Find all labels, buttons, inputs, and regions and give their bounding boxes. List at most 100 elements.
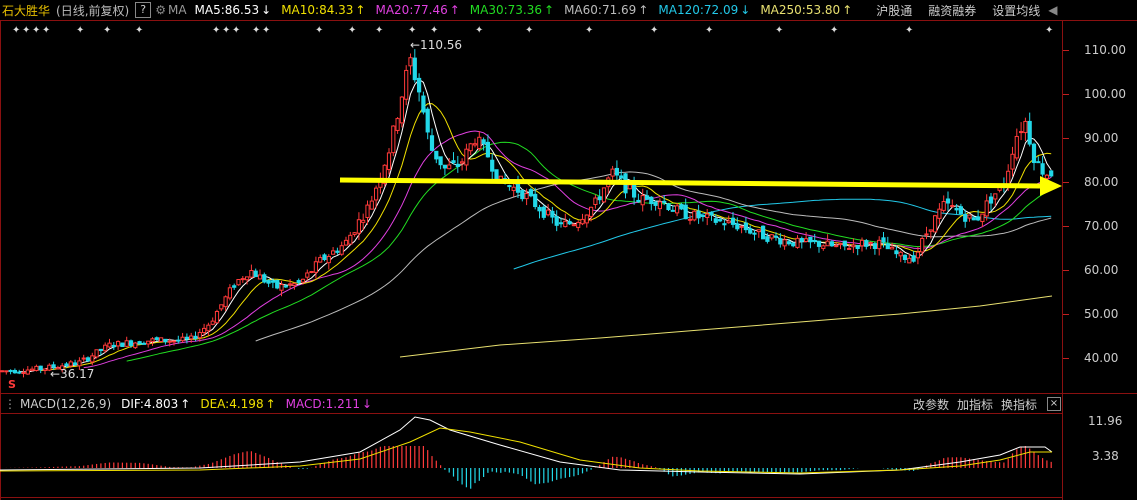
candle-up bbox=[589, 206, 594, 217]
candle-up bbox=[361, 219, 366, 223]
candle-down bbox=[163, 338, 168, 343]
event-marker: ✦ bbox=[348, 25, 356, 36]
candle-up bbox=[546, 209, 551, 216]
ma-label: MA bbox=[167, 3, 187, 17]
candle-up bbox=[851, 244, 856, 248]
candle-down bbox=[184, 336, 190, 340]
candle-down bbox=[322, 254, 327, 261]
chart-canvas[interactable]: ✦ ✦ ✦ ✦ ✦ ✦ ✦ ✦ ✦ ✦ ✦ ✦ ✦ ✦ ✦ ✦ ✦ ✦ ✦ ✦ ✦ ✦ ✦ ✦ ✦ ✦ 110.00 100.00… bbox=[0, 0, 1137, 500]
candle-down bbox=[455, 163, 460, 168]
ma10-line bbox=[40, 103, 1052, 371]
gear-icon[interactable]: ⚙ bbox=[155, 3, 166, 17]
candle-down bbox=[619, 175, 624, 179]
candle-down bbox=[791, 242, 796, 247]
candle-down bbox=[1049, 170, 1054, 177]
s-badge[interactable]: S bbox=[8, 378, 16, 391]
candle-down bbox=[636, 199, 641, 203]
candle-down bbox=[722, 223, 727, 226]
candle-down bbox=[438, 156, 443, 166]
candle-down bbox=[335, 250, 340, 253]
candle-down bbox=[614, 167, 619, 176]
ma20-path bbox=[83, 130, 1052, 369]
event-marker: ✦ bbox=[32, 25, 40, 36]
candle-up bbox=[245, 276, 250, 281]
candle-down bbox=[98, 348, 104, 352]
candle-down bbox=[296, 280, 301, 283]
candle-up bbox=[227, 287, 233, 299]
event-marker: ✦ bbox=[430, 25, 438, 36]
candle-up bbox=[171, 340, 177, 343]
candle-down bbox=[799, 238, 804, 242]
candle-up bbox=[877, 239, 882, 250]
candle-down bbox=[971, 217, 976, 221]
set-ma-button[interactable]: 设置均线 bbox=[992, 2, 1040, 19]
candle-up bbox=[937, 208, 942, 219]
candle-down bbox=[709, 212, 714, 216]
candle-down bbox=[743, 222, 748, 231]
candle-down bbox=[434, 150, 439, 160]
candle-up bbox=[288, 283, 293, 286]
candle-up bbox=[868, 242, 873, 245]
candle-down bbox=[816, 240, 822, 247]
candle-up bbox=[214, 310, 220, 324]
candle-up bbox=[309, 271, 314, 274]
candle-down bbox=[515, 182, 521, 193]
candle-down bbox=[120, 342, 125, 348]
candle-up bbox=[1019, 131, 1024, 134]
event-marker: ✦ bbox=[212, 25, 220, 36]
candle-down bbox=[550, 210, 555, 218]
candle-up bbox=[318, 257, 323, 263]
add-indicator-button[interactable]: 加指标 bbox=[957, 396, 993, 413]
ma120-line bbox=[513, 198, 1052, 270]
macd-title: MACD(12,26,9) bbox=[20, 397, 112, 411]
candle-down bbox=[64, 363, 69, 367]
candle-up bbox=[249, 269, 254, 278]
candle-up bbox=[77, 360, 82, 367]
stock-name[interactable]: 石大胜华 bbox=[2, 2, 50, 19]
candle-up bbox=[21, 371, 26, 374]
macd-dea-line bbox=[0, 427, 1052, 474]
candle-up bbox=[834, 245, 839, 248]
event-marker: ✦ bbox=[585, 25, 593, 36]
candle-up bbox=[399, 96, 404, 124]
close-icon[interactable]: × bbox=[1047, 397, 1061, 411]
candle-down bbox=[270, 280, 275, 283]
candle-up bbox=[571, 224, 576, 227]
axis-tick: 90.00 bbox=[1084, 131, 1118, 145]
candle-up bbox=[898, 251, 903, 257]
event-marker: ✦ bbox=[232, 25, 240, 36]
candle-down bbox=[137, 341, 142, 345]
candle-up bbox=[627, 184, 632, 190]
candle-up bbox=[326, 255, 331, 264]
edit-params-button[interactable]: 改参数 bbox=[913, 396, 949, 413]
candle-up bbox=[1023, 120, 1028, 134]
candle-up bbox=[180, 336, 185, 342]
margin-trading-button[interactable]: 融资融券 bbox=[928, 2, 976, 19]
ma-values: MA5:86.53 ↓ MA10:84.33 ↑ MA20:77.46 ↑ MA30:73.… bbox=[195, 3, 863, 17]
event-marker: ✦ bbox=[775, 25, 783, 36]
candle-down bbox=[653, 201, 658, 206]
candle-down bbox=[976, 216, 981, 221]
switch-indicator-button[interactable]: 换指标 bbox=[1001, 396, 1037, 413]
macd-menu-icon[interactable]: ⋮ bbox=[4, 397, 16, 411]
event-marker: ✦ bbox=[42, 25, 50, 36]
event-marker: ✦ bbox=[525, 25, 533, 36]
candle-down bbox=[537, 206, 542, 212]
candle-up bbox=[103, 344, 108, 352]
collapse-icon[interactable]: ◀ bbox=[1048, 3, 1057, 17]
candle-down bbox=[554, 216, 559, 226]
candle-up bbox=[524, 193, 529, 200]
candle-up bbox=[356, 219, 361, 234]
hk-connect-button[interactable]: 沪股通 bbox=[876, 2, 912, 19]
candle-up bbox=[460, 161, 465, 164]
help-icon[interactable]: ? bbox=[135, 2, 152, 18]
macd-value: MACD:1.211 ↓ bbox=[285, 397, 373, 411]
candle-up bbox=[159, 337, 164, 343]
candle-down bbox=[748, 228, 753, 234]
candle-down bbox=[541, 206, 546, 218]
candle-up bbox=[477, 136, 482, 150]
candle-up bbox=[447, 164, 452, 170]
candle-up bbox=[167, 340, 172, 343]
ma-value-0: MA5:86.53 ↓ bbox=[194, 3, 272, 17]
candle-down bbox=[425, 108, 430, 133]
